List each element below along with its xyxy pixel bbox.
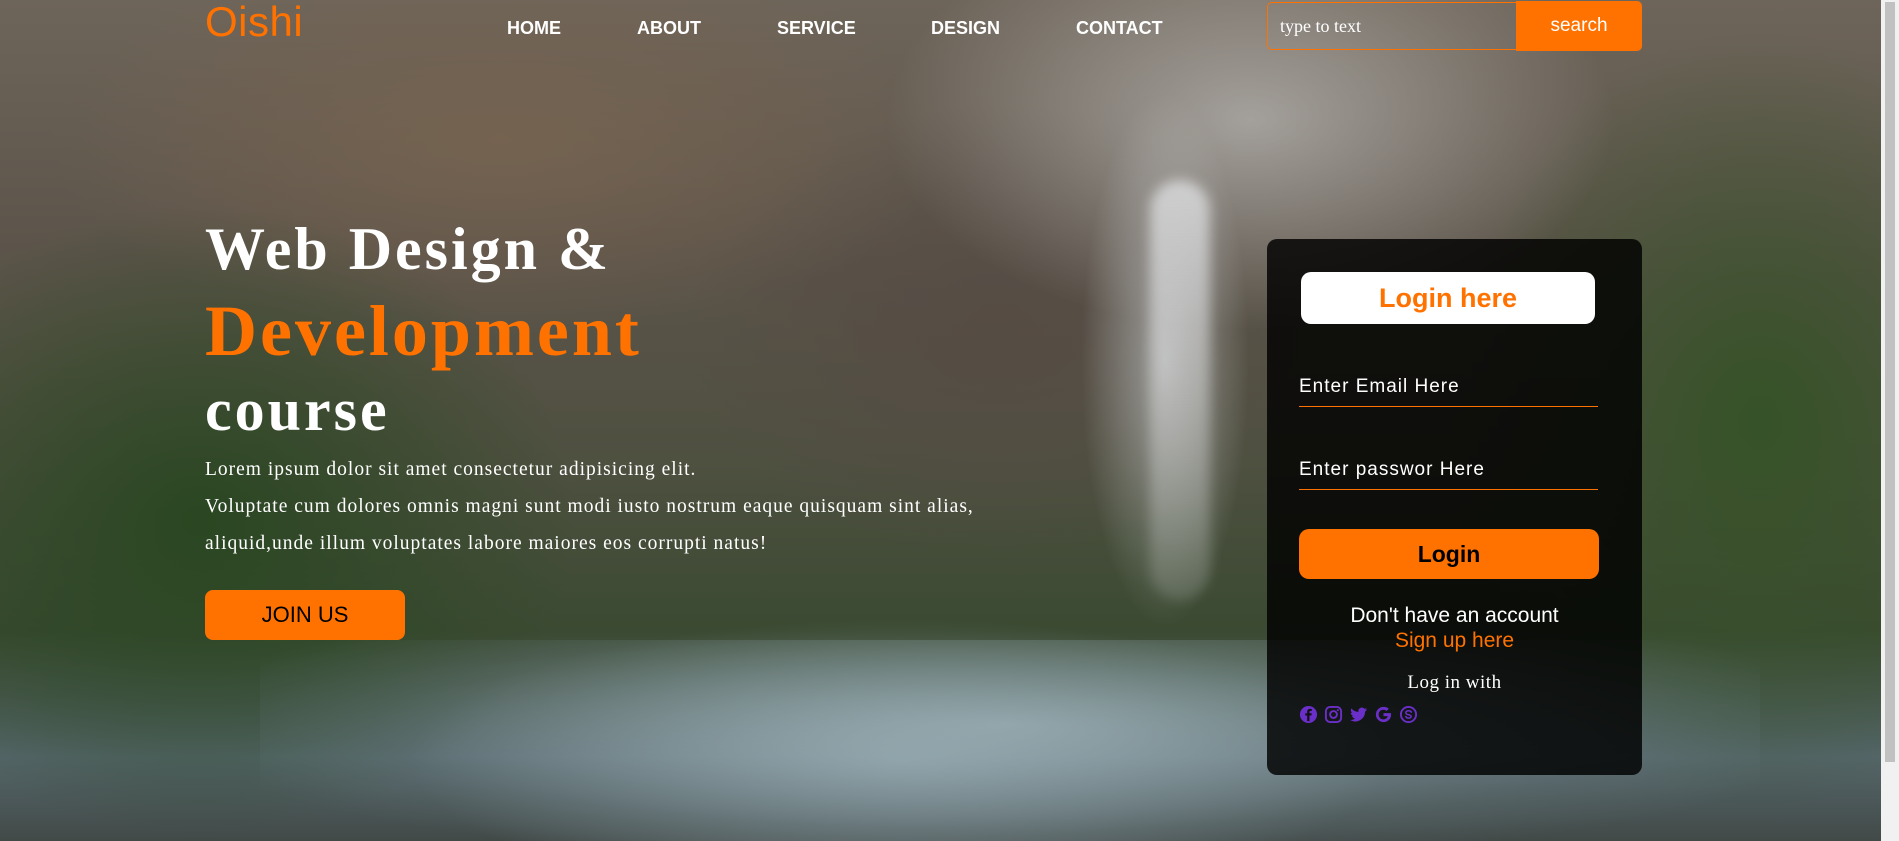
email-field[interactable] <box>1299 367 1598 407</box>
scrollbar[interactable] <box>1881 0 1899 841</box>
instagram-icon[interactable] <box>1324 705 1343 724</box>
nav-contact[interactable]: CONTACT <box>1076 18 1163 39</box>
hero-title-line2: Development <box>205 291 642 371</box>
signup-link[interactable]: Sign up here <box>1267 628 1642 653</box>
nav-home[interactable]: HOME <box>507 18 561 39</box>
search-button[interactable]: search <box>1516 1 1642 51</box>
hero-description-line: Lorem ipsum dolor sit amet consectetur a… <box>205 459 697 480</box>
no-account-text: Don't have an account <box>1350 604 1559 627</box>
logo[interactable]: Oishi <box>205 0 303 44</box>
password-field[interactable] <box>1299 450 1598 490</box>
hero-description-line: Voluptate cum dolores omnis magni sunt m… <box>205 496 974 517</box>
social-login-icons <box>1299 705 1418 727</box>
facebook-icon[interactable] <box>1299 705 1318 724</box>
nav-about[interactable]: ABOUT <box>637 18 701 39</box>
search-input[interactable] <box>1267 2 1516 50</box>
twitter-icon[interactable] <box>1349 705 1368 724</box>
scrollbar-thumb[interactable] <box>1885 2 1895 762</box>
login-with-text: Log in with <box>1407 672 1502 693</box>
join-us-button[interactable]: JOIN US <box>205 590 405 640</box>
skype-icon[interactable] <box>1399 705 1418 724</box>
nav-design[interactable]: DESIGN <box>931 18 1000 39</box>
login-card-title: Login here <box>1301 272 1595 324</box>
google-icon[interactable] <box>1374 705 1393 724</box>
waterfall <box>1150 180 1210 600</box>
hero-description-line: aliquid,unde illum voluptates labore mai… <box>205 533 768 554</box>
hero-description: Lorem ipsum dolor sit amet consectetur a… <box>205 451 1065 562</box>
hero-title-line1: Web Design & <box>205 216 612 282</box>
hero-title-line3: course <box>205 377 390 443</box>
nav-service[interactable]: SERVICE <box>777 18 856 39</box>
login-card: Login here Login Don't have an account S… <box>1267 239 1642 775</box>
login-button[interactable]: Login <box>1299 529 1599 579</box>
